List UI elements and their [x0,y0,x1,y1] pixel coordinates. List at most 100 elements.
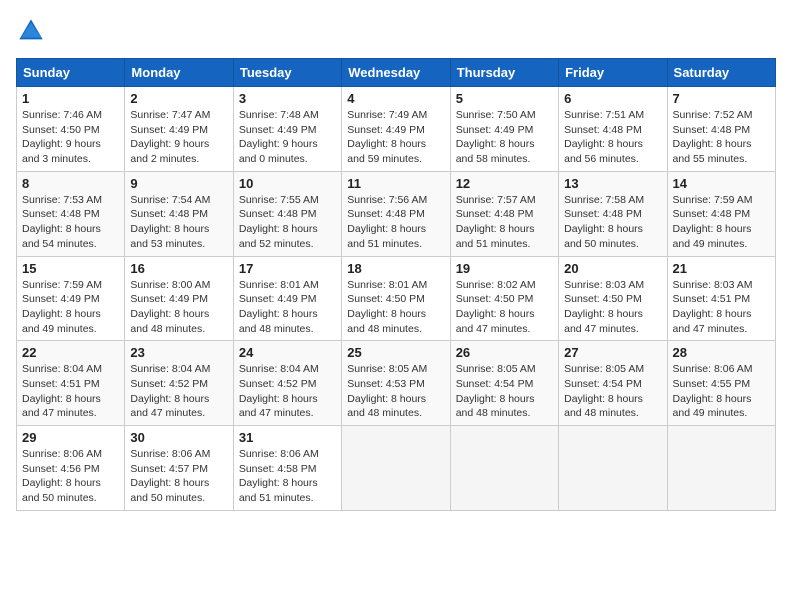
calendar-day-cell: 5 Sunrise: 7:50 AM Sunset: 4:49 PM Dayli… [450,87,558,172]
day-number: 7 [673,91,770,106]
calendar-day-cell: 19 Sunrise: 8:02 AM Sunset: 4:50 PM Dayl… [450,256,558,341]
day-number: 8 [22,176,119,191]
calendar-day-cell: 2 Sunrise: 7:47 AM Sunset: 4:49 PM Dayli… [125,87,233,172]
weekday-header-row: SundayMondayTuesdayWednesdayThursdayFrid… [17,59,776,87]
weekday-header: Thursday [450,59,558,87]
calendar-day-cell: 14 Sunrise: 7:59 AM Sunset: 4:48 PM Dayl… [667,171,775,256]
calendar-day-cell: 25 Sunrise: 8:05 AM Sunset: 4:53 PM Dayl… [342,341,450,426]
day-detail: Sunrise: 8:05 AM Sunset: 4:53 PM Dayligh… [347,362,444,421]
day-number: 26 [456,345,553,360]
day-detail: Sunrise: 7:48 AM Sunset: 4:49 PM Dayligh… [239,108,336,167]
day-detail: Sunrise: 7:54 AM Sunset: 4:48 PM Dayligh… [130,193,227,252]
calendar-day-cell: 11 Sunrise: 7:56 AM Sunset: 4:48 PM Dayl… [342,171,450,256]
calendar-week-row: 1 Sunrise: 7:46 AM Sunset: 4:50 PM Dayli… [17,87,776,172]
day-number: 4 [347,91,444,106]
day-number: 28 [673,345,770,360]
day-number: 27 [564,345,661,360]
calendar-day-cell [667,426,775,511]
day-number: 19 [456,261,553,276]
calendar-day-cell: 17 Sunrise: 8:01 AM Sunset: 4:49 PM Dayl… [233,256,341,341]
logo-icon [16,16,46,46]
day-number: 15 [22,261,119,276]
calendar-day-cell [342,426,450,511]
weekday-header: Sunday [17,59,125,87]
day-detail: Sunrise: 8:04 AM Sunset: 4:51 PM Dayligh… [22,362,119,421]
day-detail: Sunrise: 8:01 AM Sunset: 4:49 PM Dayligh… [239,278,336,337]
day-number: 9 [130,176,227,191]
day-number: 18 [347,261,444,276]
day-detail: Sunrise: 8:06 AM Sunset: 4:56 PM Dayligh… [22,447,119,506]
calendar-day-cell: 22 Sunrise: 8:04 AM Sunset: 4:51 PM Dayl… [17,341,125,426]
day-number: 1 [22,91,119,106]
day-number: 30 [130,430,227,445]
day-number: 13 [564,176,661,191]
calendar-day-cell: 16 Sunrise: 8:00 AM Sunset: 4:49 PM Dayl… [125,256,233,341]
day-detail: Sunrise: 8:03 AM Sunset: 4:51 PM Dayligh… [673,278,770,337]
calendar-day-cell: 15 Sunrise: 7:59 AM Sunset: 4:49 PM Dayl… [17,256,125,341]
day-detail: Sunrise: 7:59 AM Sunset: 4:48 PM Dayligh… [673,193,770,252]
day-number: 24 [239,345,336,360]
day-number: 10 [239,176,336,191]
day-detail: Sunrise: 8:06 AM Sunset: 4:55 PM Dayligh… [673,362,770,421]
day-number: 21 [673,261,770,276]
day-detail: Sunrise: 8:03 AM Sunset: 4:50 PM Dayligh… [564,278,661,337]
day-detail: Sunrise: 7:55 AM Sunset: 4:48 PM Dayligh… [239,193,336,252]
calendar-day-cell: 8 Sunrise: 7:53 AM Sunset: 4:48 PM Dayli… [17,171,125,256]
day-detail: Sunrise: 8:04 AM Sunset: 4:52 PM Dayligh… [239,362,336,421]
day-number: 14 [673,176,770,191]
day-detail: Sunrise: 8:02 AM Sunset: 4:50 PM Dayligh… [456,278,553,337]
day-detail: Sunrise: 7:47 AM Sunset: 4:49 PM Dayligh… [130,108,227,167]
day-number: 20 [564,261,661,276]
weekday-header: Friday [559,59,667,87]
calendar-day-cell: 28 Sunrise: 8:06 AM Sunset: 4:55 PM Dayl… [667,341,775,426]
day-number: 6 [564,91,661,106]
calendar-day-cell: 31 Sunrise: 8:06 AM Sunset: 4:58 PM Dayl… [233,426,341,511]
calendar-day-cell: 30 Sunrise: 8:06 AM Sunset: 4:57 PM Dayl… [125,426,233,511]
calendar-day-cell: 18 Sunrise: 8:01 AM Sunset: 4:50 PM Dayl… [342,256,450,341]
day-detail: Sunrise: 8:05 AM Sunset: 4:54 PM Dayligh… [456,362,553,421]
calendar-day-cell: 13 Sunrise: 7:58 AM Sunset: 4:48 PM Dayl… [559,171,667,256]
day-detail: Sunrise: 8:01 AM Sunset: 4:50 PM Dayligh… [347,278,444,337]
weekday-header: Monday [125,59,233,87]
calendar-day-cell: 7 Sunrise: 7:52 AM Sunset: 4:48 PM Dayli… [667,87,775,172]
calendar-week-row: 29 Sunrise: 8:06 AM Sunset: 4:56 PM Dayl… [17,426,776,511]
day-number: 22 [22,345,119,360]
day-number: 17 [239,261,336,276]
day-number: 16 [130,261,227,276]
day-detail: Sunrise: 8:00 AM Sunset: 4:49 PM Dayligh… [130,278,227,337]
day-detail: Sunrise: 7:58 AM Sunset: 4:48 PM Dayligh… [564,193,661,252]
calendar-day-cell: 21 Sunrise: 8:03 AM Sunset: 4:51 PM Dayl… [667,256,775,341]
calendar-day-cell: 29 Sunrise: 8:06 AM Sunset: 4:56 PM Dayl… [17,426,125,511]
calendar-week-row: 15 Sunrise: 7:59 AM Sunset: 4:49 PM Dayl… [17,256,776,341]
calendar-week-row: 22 Sunrise: 8:04 AM Sunset: 4:51 PM Dayl… [17,341,776,426]
calendar-day-cell [450,426,558,511]
calendar-day-cell: 1 Sunrise: 7:46 AM Sunset: 4:50 PM Dayli… [17,87,125,172]
calendar-day-cell [559,426,667,511]
calendar-day-cell: 10 Sunrise: 7:55 AM Sunset: 4:48 PM Dayl… [233,171,341,256]
day-detail: Sunrise: 7:51 AM Sunset: 4:48 PM Dayligh… [564,108,661,167]
day-number: 11 [347,176,444,191]
day-detail: Sunrise: 8:06 AM Sunset: 4:57 PM Dayligh… [130,447,227,506]
day-detail: Sunrise: 7:53 AM Sunset: 4:48 PM Dayligh… [22,193,119,252]
day-number: 29 [22,430,119,445]
day-number: 31 [239,430,336,445]
day-number: 25 [347,345,444,360]
day-detail: Sunrise: 8:06 AM Sunset: 4:58 PM Dayligh… [239,447,336,506]
calendar-day-cell: 12 Sunrise: 7:57 AM Sunset: 4:48 PM Dayl… [450,171,558,256]
calendar-day-cell: 24 Sunrise: 8:04 AM Sunset: 4:52 PM Dayl… [233,341,341,426]
day-detail: Sunrise: 7:57 AM Sunset: 4:48 PM Dayligh… [456,193,553,252]
day-detail: Sunrise: 7:49 AM Sunset: 4:49 PM Dayligh… [347,108,444,167]
weekday-header: Wednesday [342,59,450,87]
day-number: 2 [130,91,227,106]
day-number: 12 [456,176,553,191]
day-number: 3 [239,91,336,106]
day-detail: Sunrise: 7:50 AM Sunset: 4:49 PM Dayligh… [456,108,553,167]
day-detail: Sunrise: 8:04 AM Sunset: 4:52 PM Dayligh… [130,362,227,421]
day-detail: Sunrise: 7:59 AM Sunset: 4:49 PM Dayligh… [22,278,119,337]
page-header [16,16,776,46]
day-detail: Sunrise: 7:46 AM Sunset: 4:50 PM Dayligh… [22,108,119,167]
day-number: 23 [130,345,227,360]
calendar-table: SundayMondayTuesdayWednesdayThursdayFrid… [16,58,776,511]
weekday-header: Saturday [667,59,775,87]
weekday-header: Tuesday [233,59,341,87]
